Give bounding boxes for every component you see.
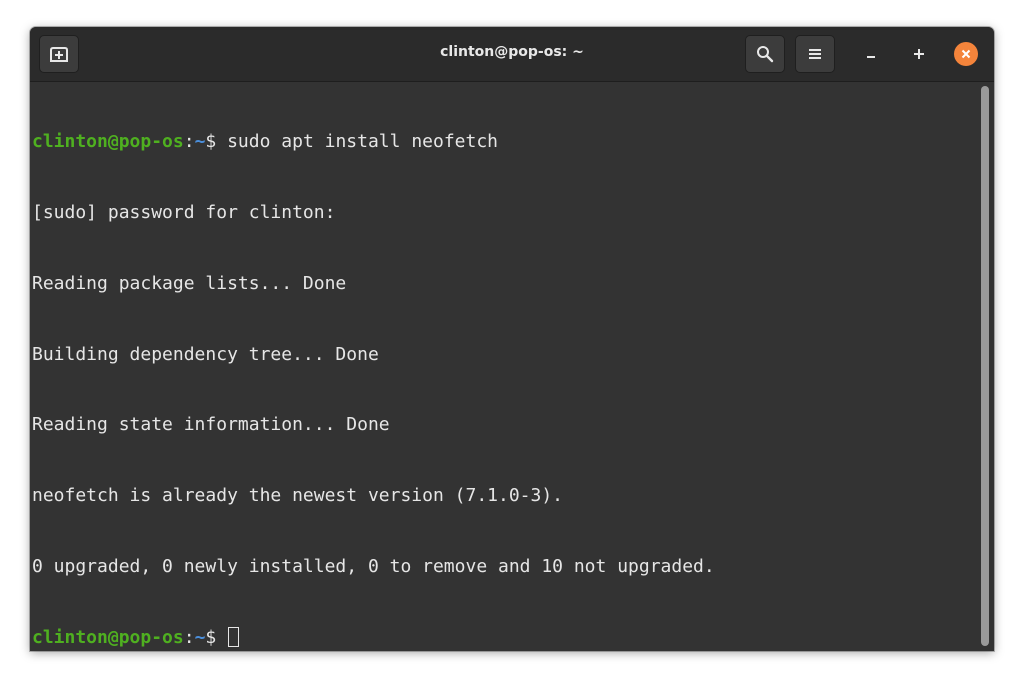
text-cursor (228, 626, 240, 647)
output-line: Reading state information... Done (32, 414, 390, 436)
menu-button[interactable] (795, 35, 835, 73)
hamburger-menu-icon (809, 49, 821, 59)
window-title: clinton@pop-os: ~ (440, 44, 584, 60)
output-line: Building dependency tree... Done (32, 343, 379, 365)
prompt-user-host: clinton@pop-os (32, 626, 184, 648)
prompt-path: ~ (194, 131, 206, 153)
prompt-user-host: clinton@pop-os (32, 131, 184, 153)
scrollbar-thumb[interactable] (981, 86, 989, 646)
search-icon (757, 46, 774, 63)
maximize-icon (914, 49, 924, 59)
scrollbar[interactable] (976, 82, 994, 651)
maximize-button[interactable] (907, 42, 931, 66)
minimize-icon (867, 56, 875, 58)
output-line: 0 upgraded, 0 newly installed, 0 to remo… (32, 555, 715, 577)
close-icon (961, 49, 971, 59)
close-button[interactable] (954, 42, 978, 66)
search-button[interactable] (745, 35, 785, 73)
terminal-window: clinton@pop-os: ~ clinton@pop-os:~$ sudo… (30, 27, 994, 651)
prompt-symbol: $ (205, 131, 228, 153)
command-line: clinton@pop-os:~$ sudo apt install neofe… (32, 130, 976, 154)
title-bar[interactable]: clinton@pop-os: ~ (30, 27, 994, 82)
prompt-path: ~ (194, 626, 206, 648)
terminal-output[interactable]: clinton@pop-os:~$ sudo apt install neofe… (30, 82, 976, 651)
output-line: neofetch is already the newest version (… (32, 485, 564, 507)
minimize-button[interactable] (859, 42, 883, 66)
prompt-colon: : (183, 131, 195, 153)
command-text: sudo apt install neofetch (227, 131, 499, 153)
output-line: Reading package lists... Done (32, 272, 347, 294)
prompt-symbol: $ (205, 626, 228, 648)
output-line: [sudo] password for clinton: (32, 201, 336, 223)
prompt-colon: : (183, 626, 195, 648)
current-prompt-line[interactable]: clinton@pop-os:~$ (32, 626, 976, 650)
